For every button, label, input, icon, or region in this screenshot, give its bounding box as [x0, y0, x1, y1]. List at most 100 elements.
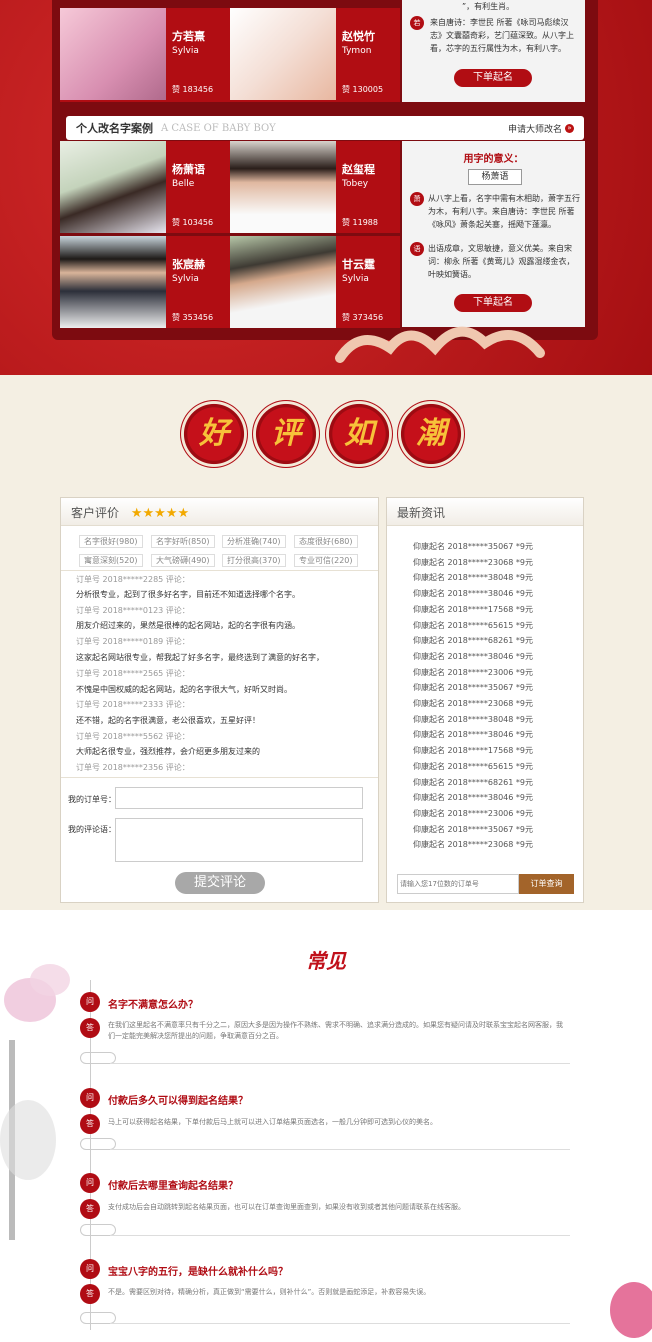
- reviews-header: 客户评价 ★★★★★: [61, 498, 378, 526]
- case-card[interactable]: 甘云霆 Sylvia 赞 373456: [230, 236, 400, 328]
- case-name: 杨萧语: [172, 163, 205, 176]
- comment-order: 订单号 2018*****2565 评论：: [76, 669, 190, 678]
- news-item[interactable]: 仰康起名 2018*****38046 *9元: [413, 651, 533, 662]
- news-item[interactable]: 仰康起名 2018*****38046 *9元: [413, 588, 533, 599]
- submit-comment-button[interactable]: 提交评论: [175, 872, 265, 894]
- panel-note: 出语成章，文思敏捷，意义优美。来自宋词：柳永 所著《黄莺儿》观露湿缕金衣，叶映如…: [428, 244, 575, 279]
- news-item[interactable]: 仰康起名 2018*****35067 *9元: [413, 682, 533, 693]
- news-item[interactable]: 仰康起名 2018*****23068 *9元: [413, 557, 533, 568]
- like-count: 赞 183456: [172, 85, 214, 94]
- news-item[interactable]: 仰康起名 2018*****38048 *9元: [413, 572, 533, 583]
- like-count: 赞 11988: [342, 218, 378, 227]
- person-photo: [230, 236, 336, 328]
- review-tag[interactable]: 分析准确(740): [222, 535, 286, 548]
- review-tag[interactable]: 态度很好(680): [294, 535, 358, 548]
- answer-icon: 答: [80, 1199, 100, 1219]
- news-item[interactable]: 仰康起名 2018*****68261 *9元: [413, 635, 533, 646]
- news-item[interactable]: 仰康起名 2018*****38046 *9元: [413, 792, 533, 803]
- case-card[interactable]: 张宸赫 Sylvia 赞 353456: [60, 236, 230, 328]
- case-en-name: Sylvia: [172, 46, 199, 56]
- comment-order: 订单号 2018*****5562 评论：: [76, 732, 190, 741]
- order-naming-button[interactable]: 下单起名: [454, 69, 532, 87]
- slogan-seal: 潮: [397, 400, 465, 468]
- comment-order: 订单号 2018*****2356 评论：: [76, 763, 190, 772]
- case-name: 赵玺程: [342, 163, 375, 176]
- slogan-seal: 如: [325, 400, 393, 468]
- news-item[interactable]: 仰康起名 2018*****23006 *9元: [413, 667, 533, 678]
- like-count: 赞 130005: [342, 85, 384, 94]
- person-photo: [60, 236, 166, 328]
- faq-question[interactable]: 付款后多久可以得到起名结果？: [108, 1092, 248, 1107]
- faq-answer: 支付成功后会自动跳转到起名结果页面，也可以在订单查询里面查到，如果没有收到或者其…: [108, 1203, 465, 1211]
- comment-order: 订单号 2018*****0189 评论：: [76, 637, 190, 646]
- divider: [61, 570, 378, 571]
- note-badge: 若: [410, 16, 424, 30]
- divider: [110, 1063, 570, 1064]
- panel-note: 从八字上看，名字中需有木相助，萧字五行为木，有利八字。来自唐诗：李世民 所著《咏…: [428, 194, 580, 229]
- review-tag[interactable]: 名字很好(980): [79, 535, 143, 548]
- news-item[interactable]: 仰康起名 2018*****65615 *9元: [413, 761, 533, 772]
- order-number-input[interactable]: [115, 787, 363, 809]
- case-en-name: Tobey: [342, 179, 369, 189]
- baby-photo: [230, 8, 336, 100]
- case-card[interactable]: 方若熹 Sylvia 赞 183456: [60, 8, 230, 102]
- case-card[interactable]: 赵玺程 Tobey 赞 11988: [230, 141, 400, 233]
- review-tag[interactable]: 专业可信(220): [294, 554, 358, 567]
- order-naming-button[interactable]: 下单起名: [454, 294, 532, 312]
- order-label: 我的订单号：: [68, 795, 116, 804]
- news-item[interactable]: 仰康起名 2018*****38048 *9元: [413, 714, 533, 725]
- note-badge: 语: [410, 242, 424, 256]
- news-item[interactable]: 仰康起名 2018*****35067 *9元: [413, 541, 533, 552]
- section-title: 个人改名字案例: [76, 122, 153, 135]
- comment-text: 分析很专业，起到了很多好名字，目前还不知道选择哪个名字。: [76, 590, 300, 599]
- section-subtitle: A CASE OF BABY BOY: [161, 122, 276, 134]
- news-item[interactable]: 仰康起名 2018*****17568 *9元: [413, 604, 533, 615]
- faq-question[interactable]: 名字不满意怎么办？: [108, 996, 198, 1011]
- case-en-name: Sylvia: [172, 274, 199, 284]
- answer-icon: 答: [80, 1018, 100, 1038]
- news-item[interactable]: 仰康起名 2018*****68261 *9元: [413, 777, 533, 788]
- comment-text: 大师起名很专业，强烈推荐，会介绍更多朋友过来的: [76, 747, 260, 756]
- news-item[interactable]: 仰康起名 2018*****23006 *9元: [413, 808, 533, 819]
- faq-title: 常见: [306, 949, 346, 973]
- news-item[interactable]: 仰康起名 2018*****38046 *9元: [413, 729, 533, 740]
- comment-order: 订单号 2018*****2333 评论：: [76, 700, 190, 709]
- case-name: 赵悦竹: [342, 30, 375, 43]
- case-section-header: 个人改名字案例 A CASE OF BABY BOY 申请大师改名»: [66, 116, 584, 140]
- case-name: 甘云霆: [342, 258, 375, 271]
- comment-textarea[interactable]: [115, 818, 363, 862]
- comment-text: 还不错，起的名字很满意，老公很喜欢，五星好评！: [76, 716, 260, 725]
- faq-question[interactable]: 付款后去哪里查询起名结果？: [108, 1177, 238, 1192]
- review-tag[interactable]: 大气磅礴(490): [151, 554, 215, 567]
- faq-answer: 马上可以获得起名结果，下单付款后马上就可以进入订单结果页面选名，一般几分钟即可选…: [108, 1118, 437, 1126]
- news-item[interactable]: 仰康起名 2018*****65615 *9元: [413, 620, 533, 631]
- news-item[interactable]: 仰康起名 2018*****17568 *9元: [413, 745, 533, 756]
- case-card[interactable]: 赵悦竹 Tymon 赞 130005: [230, 8, 400, 102]
- order-query-input[interactable]: [397, 874, 519, 894]
- order-query-button[interactable]: 订单查询: [519, 874, 574, 894]
- review-tag[interactable]: 寓意深刻(520): [79, 554, 143, 567]
- comment-text: 不愧是中国权威的起名网站，起的名字很大气，好听又时尚。: [76, 685, 292, 694]
- apply-master-link[interactable]: 申请大师改名»: [508, 122, 574, 135]
- news-item[interactable]: 仰康起名 2018*****35067 *9元: [413, 824, 533, 835]
- divider: [110, 1323, 570, 1324]
- like-count: 赞 103456: [172, 218, 214, 227]
- faq-question[interactable]: 宝宝八字的五行，是缺什么就补什么吗？: [108, 1263, 288, 1278]
- case-en-name: Sylvia: [342, 274, 369, 284]
- person-photo: [60, 141, 166, 233]
- meaning-panel-top: ”，有利生肖。 若 来自唐诗：李世民 所著《咏司马彪续汉志》文囊囍奇彩，艺门蕴深…: [402, 0, 585, 102]
- news-item[interactable]: 仰康起名 2018*****23068 *9元: [413, 698, 533, 709]
- news-header: 最新资讯: [387, 498, 583, 526]
- review-tag[interactable]: 名字好听(850): [151, 535, 215, 548]
- review-tag[interactable]: 打分很高(370): [222, 554, 286, 567]
- lotus-decoration: [610, 1282, 652, 1338]
- faq-answer: 在我们这里起名不满意率只有千分之二，原因大多是因为操作不熟练、需求不明确、追求满…: [108, 1021, 563, 1040]
- divider: [110, 1235, 570, 1236]
- case-en-name: Tymon: [342, 46, 372, 56]
- case-card[interactable]: 杨萧语 Belle 赞 103456: [60, 141, 230, 233]
- news-item[interactable]: 仰康起名 2018*****23068 *9元: [413, 839, 533, 850]
- panel-note: 来自唐诗：李世民 所著《咏司马彪续汉志》文囊囍奇彩，艺门蕴深致。从八字上看，芯字…: [430, 18, 574, 53]
- answer-icon: 答: [80, 1114, 100, 1134]
- slogan-seal: 好: [180, 400, 248, 468]
- divider: [61, 777, 378, 778]
